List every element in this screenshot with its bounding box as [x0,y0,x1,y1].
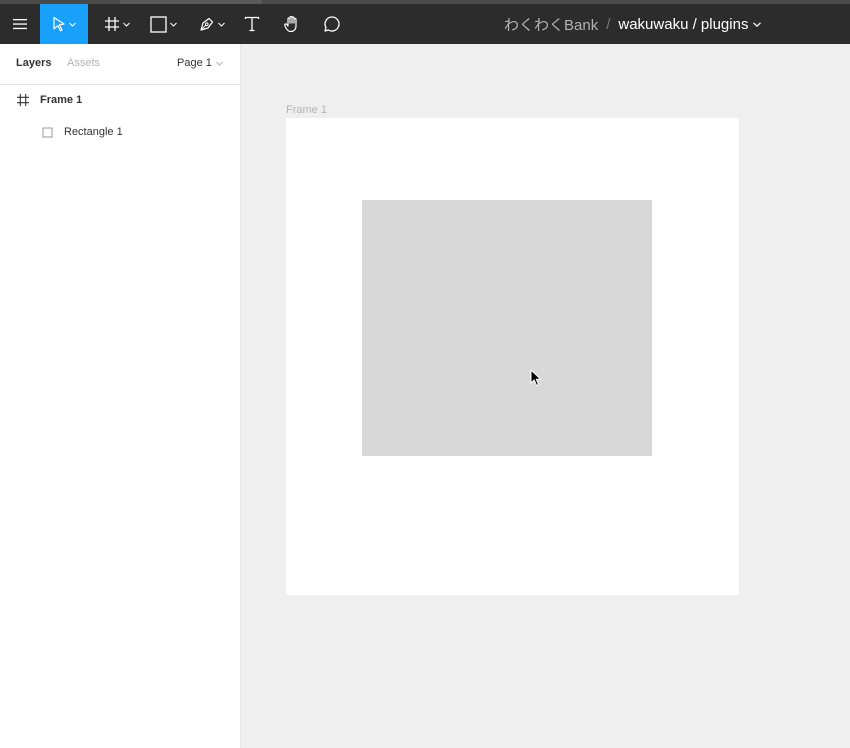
frame-hash-icon [16,93,30,107]
chevron-down-icon [217,22,225,27]
toolbar: わくわくBank / wakuwaku / plugins [0,0,850,44]
comment-tool-button[interactable] [317,4,347,44]
breadcrumb-separator: / [606,15,611,33]
mouse-cursor-icon [530,369,541,386]
move-arrow-icon [53,16,65,32]
text-tool-button[interactable] [238,4,266,44]
shape-tool-button[interactable] [144,4,182,44]
hand-tool-button[interactable] [277,4,307,44]
rectangle-1[interactable] [362,200,652,456]
layer-label: Rectangle 1 [64,126,123,138]
breadcrumb-file-name[interactable]: wakuwaku / plugins [618,16,748,33]
chevron-down-icon [169,22,177,27]
hamburger-icon [13,19,27,30]
move-tool-button[interactable] [40,4,88,44]
frame-1[interactable] [286,118,739,595]
chevron-down-icon [123,22,130,27]
page-selector[interactable]: Page 1 [177,57,223,69]
frame-tool-button[interactable] [98,4,136,44]
layer-item-frame-1[interactable]: Frame 1 [0,84,240,116]
pen-tool-button[interactable] [192,4,230,44]
comment-icon [324,16,340,32]
frame-label[interactable]: Frame 1 [286,104,327,116]
page-selector-label: Page 1 [177,57,212,69]
breadcrumb-team[interactable]: わくわくBank [504,14,598,35]
chevron-down-icon [69,22,76,27]
canvas[interactable]: Frame 1 [241,44,850,748]
figma-app: わくわくBank / wakuwaku / plugins Layers Ass… [0,0,850,748]
rectangle-icon [149,15,167,33]
tab-assets[interactable]: Assets [67,57,100,69]
layer-label: Frame 1 [40,94,83,106]
frame-hash-icon [105,17,119,31]
breadcrumb: わくわくBank / wakuwaku / plugins [504,4,762,44]
layer-item-rectangle-1[interactable]: Rectangle 1 [0,116,240,148]
main-menu-button[interactable] [0,4,40,44]
tab-layers[interactable]: Layers [16,57,51,69]
text-icon [244,16,260,32]
panel-tabs: Layers Assets Page 1 [0,44,240,85]
pen-icon [199,17,213,31]
chevron-down-icon [216,61,223,66]
rectangle-outline-icon [42,127,53,138]
layers-panel: Layers Assets Page 1 Frame 1 Rectangle 1 [0,44,241,748]
hand-icon [284,15,297,33]
chevron-down-icon[interactable] [753,21,762,27]
